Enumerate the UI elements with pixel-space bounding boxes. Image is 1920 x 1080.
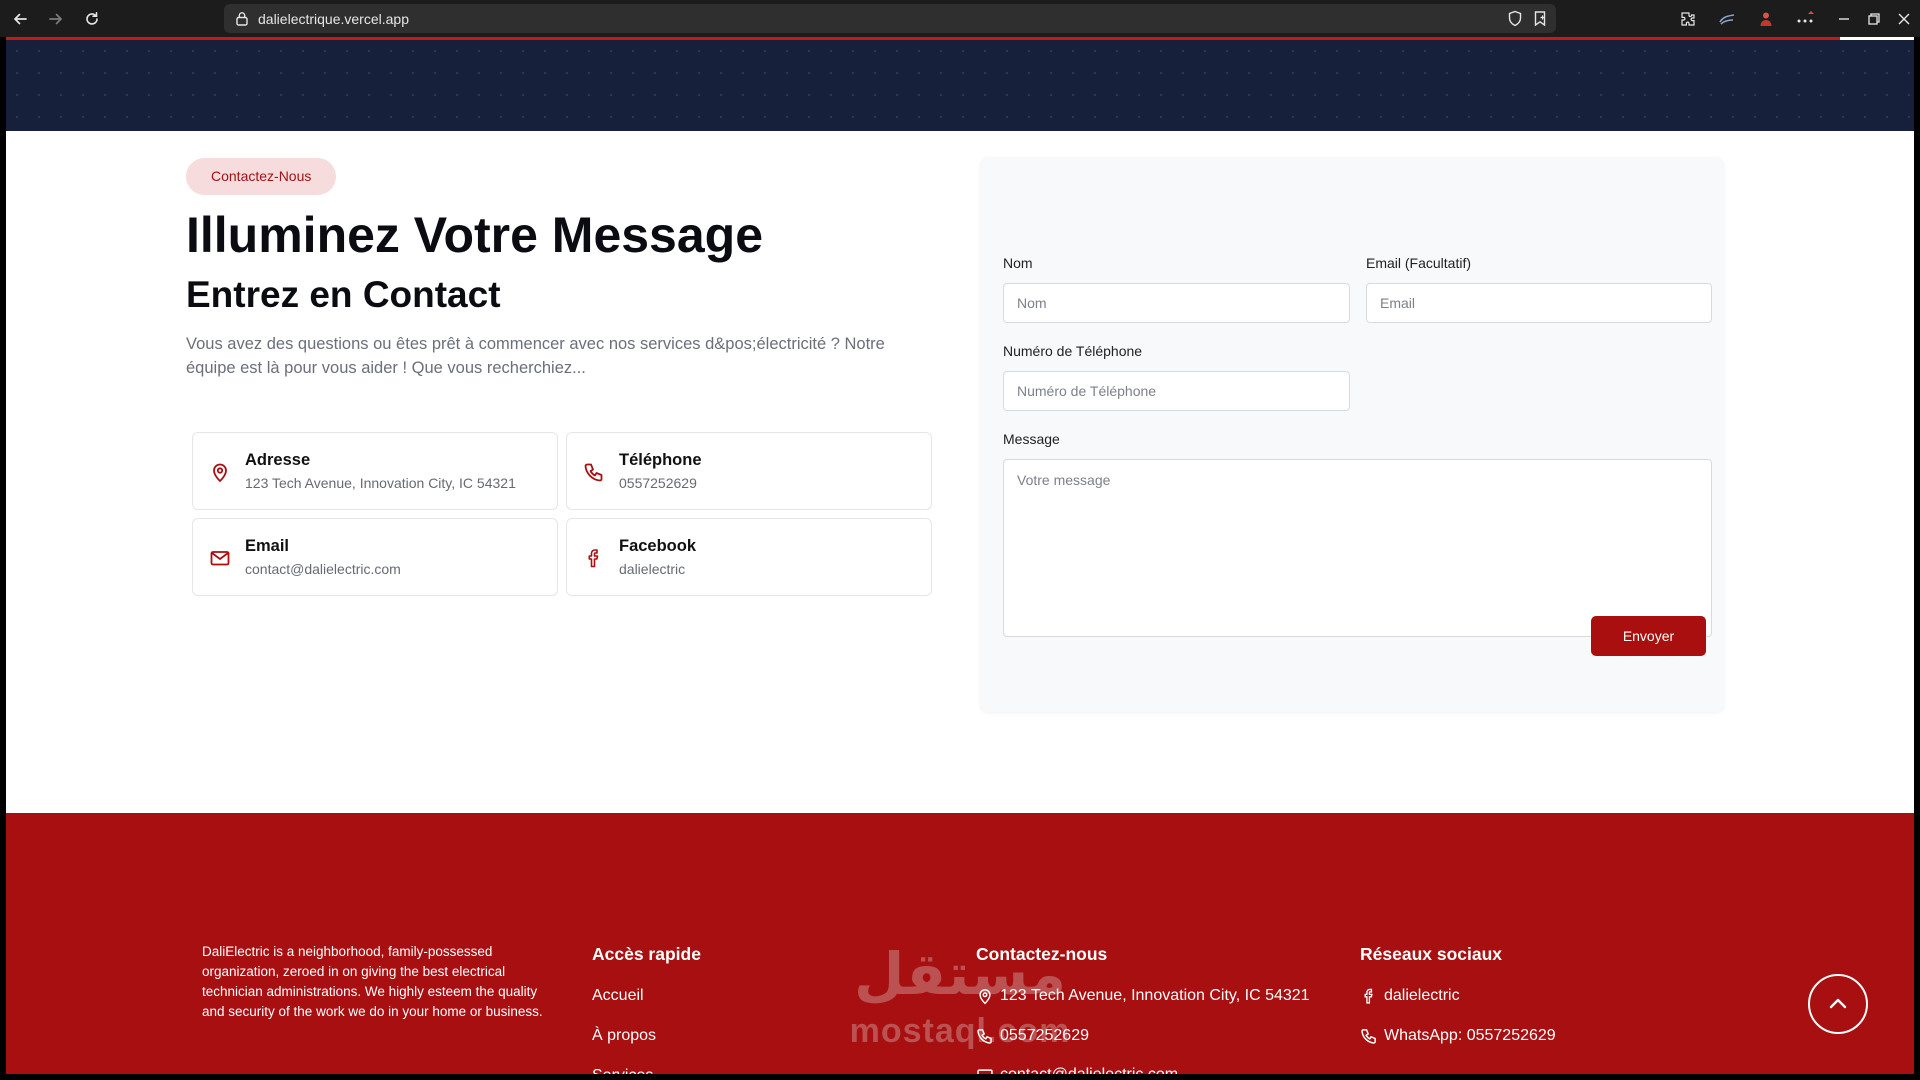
back-arrow-icon[interactable]: [7, 6, 33, 32]
url-text: dalielectrique.vercel.app: [258, 11, 409, 27]
phone-input[interactable]: [1003, 371, 1350, 411]
footer-facebook-row[interactable]: dalielectric: [1360, 987, 1460, 1005]
social-title: Réseaux sociaux: [1360, 944, 1503, 964]
more-icon[interactable]: [1793, 7, 1817, 31]
facebook-card-title: Facebook: [619, 537, 697, 555]
hero-banner: [6, 40, 1914, 131]
footer-whatsapp-row[interactable]: WhatsApp: 0557252629: [1360, 1027, 1556, 1045]
message-label: Message: [1003, 431, 1060, 447]
facebook-card: Facebook dalielectric: [566, 518, 932, 596]
forward-arrow-icon[interactable]: [43, 6, 69, 32]
phone-icon: [583, 461, 605, 483]
address-card-title: Adresse: [245, 451, 311, 469]
reload-icon[interactable]: [79, 6, 105, 32]
footer-email-text[interactable]: contact@dalielectric.com: [1000, 1066, 1178, 1074]
footer-link-services[interactable]: Services: [592, 1067, 653, 1074]
facebook-card-value: dalielectric: [619, 561, 686, 577]
email-card-title: Email: [245, 537, 290, 555]
submit-button[interactable]: Envoyer: [1591, 616, 1706, 656]
page-title: Illuminez Votre Message: [186, 207, 764, 263]
email-card: Email contact@dalielectric.com: [192, 518, 558, 596]
extension-avatar-icon[interactable]: [1754, 7, 1778, 31]
mostaql-watermark: مستقل mostaql.com: [840, 940, 1080, 1060]
phone-label: Numéro de Téléphone: [1003, 343, 1143, 359]
lock-icon: [235, 11, 249, 26]
footer-email-row: contact@dalielectric.com: [976, 1066, 1178, 1074]
phone-card-value: 0557252629: [619, 475, 697, 491]
mail-icon: [977, 1069, 993, 1074]
extensions-icon[interactable]: [1676, 7, 1700, 31]
mail-icon: [209, 547, 231, 569]
watermark-arabic-text: مستقل: [853, 940, 1067, 1008]
browser-toolbar: dalielectrique.vercel.app: [0, 0, 1920, 37]
intro-text: Vous avez des questions ou êtes prêt à c…: [186, 335, 885, 377]
bookmark-icon[interactable]: [1532, 10, 1548, 27]
address-bar[interactable]: dalielectrique.vercel.app: [224, 4, 1556, 33]
name-input[interactable]: [1003, 283, 1350, 323]
footer-link-home[interactable]: Accueil: [592, 987, 644, 1005]
quick-links-title: Accès rapide: [592, 944, 701, 964]
chevron-up-icon: [1829, 998, 1847, 1009]
restore-icon[interactable]: [1862, 7, 1886, 31]
footer-whatsapp-text: WhatsApp: 0557252629: [1384, 1027, 1556, 1044]
extension-wave-icon[interactable]: [1715, 7, 1739, 31]
address-card: Adresse 123 Tech Avenue, Innovation City…: [192, 432, 558, 510]
minimize-icon[interactable]: [1832, 7, 1856, 31]
name-label: Nom: [1003, 255, 1033, 271]
phone-card: Téléphone 0557252629: [566, 432, 932, 510]
phone-icon: [1361, 1029, 1376, 1044]
shield-icon[interactable]: [1507, 10, 1523, 27]
contact-section-badge: Contactez-Nous: [186, 158, 337, 195]
facebook-icon: [583, 547, 605, 569]
facebook-icon: [1364, 988, 1373, 1004]
email-card-value: contact@dalielectric.com: [245, 561, 401, 577]
map-pin-icon: [209, 461, 231, 483]
phone-card-title: Téléphone: [619, 451, 702, 469]
footer-description: DaliElectric is a neighborhood, family-p…: [202, 944, 543, 1019]
email-input[interactable]: [1366, 283, 1712, 323]
address-card-value: 123 Tech Avenue, Innovation City, IC 543…: [245, 475, 516, 491]
footer-facebook-text: dalielectric: [1384, 987, 1460, 1004]
email-label: Email (Facultatif): [1366, 255, 1472, 271]
footer-link-about[interactable]: À propos: [592, 1027, 656, 1045]
close-icon[interactable]: [1892, 7, 1916, 31]
watermark-latin-text: mostaql.com: [849, 1012, 1071, 1050]
page-subtitle: Entrez en Contact: [186, 274, 501, 315]
message-textarea[interactable]: [1003, 459, 1712, 637]
scroll-to-top-button[interactable]: [1808, 974, 1868, 1034]
